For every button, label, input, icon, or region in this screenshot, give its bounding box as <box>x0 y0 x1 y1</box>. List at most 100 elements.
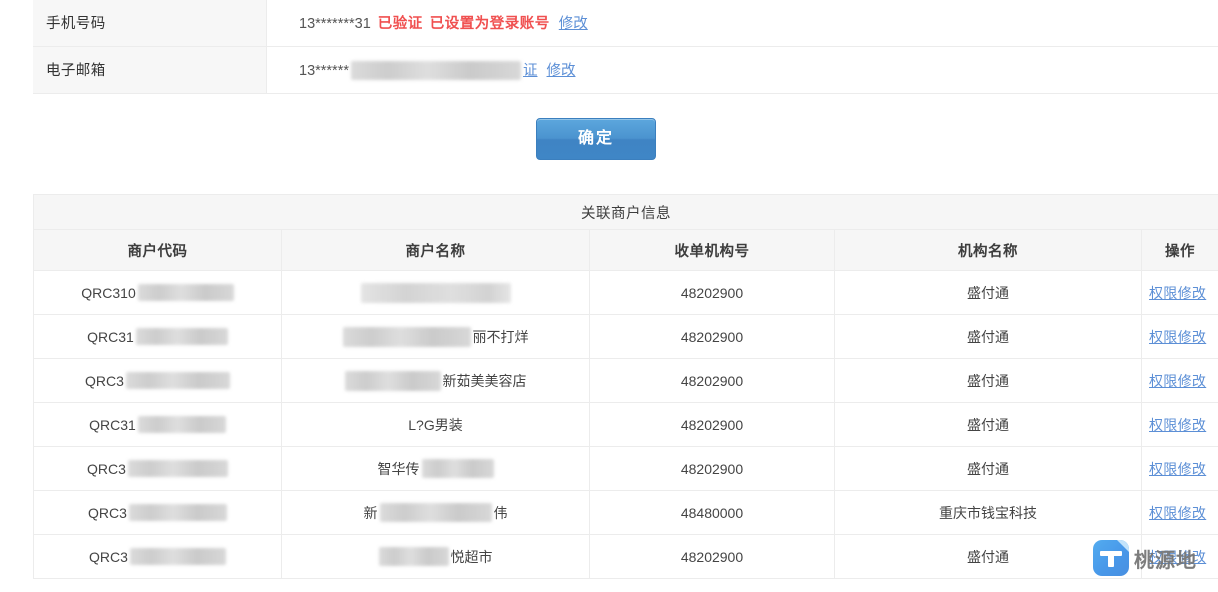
cell-merchant-code: QRC310 <box>33 270 282 315</box>
column-header-merchant-name: 商户名称 <box>281 229 590 271</box>
permission-edit-link[interactable]: 权限修改 <box>1149 503 1206 523</box>
cell-acquirer-no: 48202900 <box>589 314 835 359</box>
permission-edit-link[interactable]: 权限修改 <box>1149 371 1206 391</box>
watermark: 桃源地 <box>1093 540 1197 576</box>
cell-merchant-name: 智华传 <box>281 446 590 491</box>
merchant-name-redaction <box>344 370 441 391</box>
table-row: QRC3 新伟 48480000 重庆市钱宝科技 权限修改 <box>33 490 1218 535</box>
merchant-table-title: 关联商户信息 <box>32 194 1218 230</box>
table-row: QRC310 48202900 盛付通 权限修改 <box>33 270 1218 315</box>
merchant-name-text: 悦超市 <box>450 548 493 565</box>
table-row: QRC31 丽不打烊 48202900 盛付通 权限修改 <box>33 314 1218 359</box>
cell-operation: 权限修改 <box>1140 446 1218 491</box>
merchant-code-text: QRC3 <box>88 504 127 521</box>
table-row: QRC31 L?G男装 48202900 盛付通 权限修改 <box>33 402 1218 447</box>
merchant-name-redaction <box>421 459 494 478</box>
phone-verified-status: 已验证 <box>377 15 423 32</box>
cell-acquirer-no: 48480000 <box>589 490 835 535</box>
merchant-code-text: QRC31 <box>89 416 136 433</box>
confirm-button[interactable]: 确定 <box>536 118 656 160</box>
column-header-operation: 操作 <box>1140 229 1218 271</box>
merchant-code-text: QRC310 <box>81 284 136 301</box>
merchant-name-text: L?G男装 <box>408 416 463 433</box>
permission-edit-link[interactable]: 权限修改 <box>1149 283 1206 303</box>
permission-edit-link[interactable]: 权限修改 <box>1149 459 1206 479</box>
permission-edit-link[interactable]: 权限修改 <box>1149 415 1206 435</box>
column-header-acquirer-no: 收单机构号 <box>589 229 835 271</box>
cell-merchant-name <box>281 270 590 315</box>
cell-merchant-name: 丽不打烊 <box>281 314 590 359</box>
merchant-name-redaction <box>360 282 511 303</box>
cell-org-name: 盛付通 <box>834 270 1142 315</box>
cell-org-name: 盛付通 <box>834 358 1142 403</box>
email-masked-value: 13****** <box>299 62 349 79</box>
cell-operation: 权限修改 <box>1140 402 1218 447</box>
info-row-phone: 手机号码 13*******31 已验证 已设置为登录账号 修改 <box>33 0 1218 47</box>
merchant-code-redaction <box>125 372 230 389</box>
info-label-phone: 手机号码 <box>33 0 267 47</box>
merchant-code-redaction <box>137 284 234 301</box>
info-row-email: 电子邮箱 13****** 证修改 <box>33 46 1218 94</box>
merchant-name-text: 智华传 <box>377 460 420 477</box>
cell-merchant-code: QRC31 <box>33 314 282 359</box>
permission-edit-link[interactable]: 权限修改 <box>1149 327 1206 347</box>
cell-operation: 权限修改 <box>1140 314 1218 359</box>
table-row: QRC3 新茹美美容店 48202900 盛付通 权限修改 <box>33 358 1218 403</box>
email-edit-link[interactable]: 修改 <box>547 63 576 79</box>
watermark-logo-icon <box>1093 540 1129 576</box>
merchant-name-redaction <box>342 326 471 347</box>
cell-merchant-name: L?G男装 <box>281 402 590 447</box>
phone-masked-value: 13*******31 <box>299 15 371 32</box>
column-header-org-name: 机构名称 <box>834 229 1142 271</box>
phone-edit-link[interactable]: 修改 <box>559 16 588 32</box>
merchant-name-redaction <box>378 547 449 566</box>
merchant-code-redaction <box>127 460 228 477</box>
cell-merchant-name: 新伟 <box>281 490 590 535</box>
watermark-text: 桃源地 <box>1134 549 1197 572</box>
merchant-code-text: QRC3 <box>85 372 124 389</box>
cell-acquirer-no: 48202900 <box>589 270 835 315</box>
merchant-code-redaction <box>137 416 226 433</box>
table-row: QRC3 悦超市 48202900 盛付通 权限修改 <box>33 534 1218 579</box>
cell-operation: 权限修改 <box>1140 270 1218 315</box>
cell-merchant-name: 新茹美美容店 <box>281 358 590 403</box>
related-merchant-table: 关联商户信息 商户代码 商户名称 收单机构号 机构名称 操作 QRC310 48… <box>32 194 1218 579</box>
cell-acquirer-no: 48202900 <box>589 534 835 579</box>
merchant-code-redaction <box>135 328 228 345</box>
cell-acquirer-no: 48202900 <box>589 358 835 403</box>
merchant-name-suffix: 伟 <box>493 504 508 521</box>
info-value-phone: 13*******31 已验证 已设置为登录账号 修改 <box>266 0 1218 47</box>
merchant-name-redaction <box>379 503 492 522</box>
cell-operation: 权限修改 <box>1140 358 1218 403</box>
cell-merchant-name: 悦超市 <box>281 534 590 579</box>
merchant-code-text: QRC3 <box>89 548 128 565</box>
cell-org-name: 盛付通 <box>834 446 1142 491</box>
account-info-table: 手机号码 13*******31 已验证 已设置为登录账号 修改 电子邮箱 13***… <box>33 0 1218 94</box>
cell-acquirer-no: 48202900 <box>589 402 835 447</box>
merchant-name-text: 新 <box>363 504 378 521</box>
email-redaction-block <box>351 61 521 81</box>
merchant-table-header-row: 商户代码 商户名称 收单机构号 机构名称 操作 <box>33 229 1218 271</box>
merchant-table-title-row: 关联商户信息 <box>32 194 1218 230</box>
account-settings-page: 手机号码 13*******31 已验证 已设置为登录账号 修改 电子邮箱 13***… <box>0 0 1218 592</box>
column-header-merchant-code: 商户代码 <box>33 229 282 271</box>
email-verify-link[interactable]: 证 <box>523 63 538 79</box>
merchant-code-redaction <box>128 504 227 521</box>
merchant-table-body: QRC310 48202900 盛付通 权限修改 QRC31 丽不打烊 4820… <box>33 270 1218 579</box>
cell-merchant-code: QRC31 <box>33 402 282 447</box>
cell-merchant-code: QRC3 <box>33 490 282 535</box>
phone-login-status: 已设置为登录账号 <box>429 15 550 32</box>
merchant-name-text: 丽不打烊 <box>472 328 529 345</box>
cell-org-name: 盛付通 <box>834 314 1142 359</box>
cell-acquirer-no: 48202900 <box>589 446 835 491</box>
merchant-code-redaction <box>129 548 226 565</box>
confirm-button-container: 确定 <box>0 118 1218 160</box>
merchant-code-text: QRC3 <box>87 460 126 477</box>
merchant-name-text: 新茹美美容店 <box>442 372 527 389</box>
cell-merchant-code: QRC3 <box>33 358 282 403</box>
cell-merchant-code: QRC3 <box>33 446 282 491</box>
logo-t-stem <box>1108 551 1114 567</box>
table-row: QRC3 智华传 48202900 盛付通 权限修改 <box>33 446 1218 491</box>
cell-org-name: 重庆市钱宝科技 <box>834 490 1142 535</box>
merchant-code-text: QRC31 <box>87 328 134 345</box>
